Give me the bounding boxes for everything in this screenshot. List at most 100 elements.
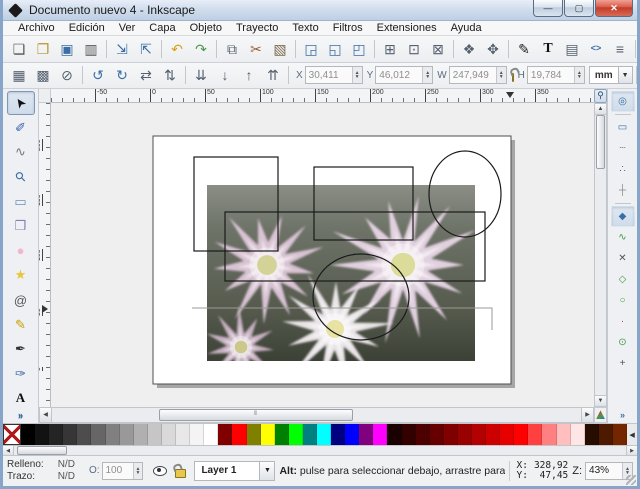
color-swatch[interactable]: [359, 423, 374, 446]
x-field[interactable]: 30,411 ▲ ▼: [304, 66, 363, 85]
vertical-ruler[interactable]: 200150100500: [39, 102, 51, 407]
layer-visibility-icon[interactable]: [153, 465, 168, 476]
rotate-90-cw-button[interactable]: ↻: [110, 63, 134, 87]
color-swatch[interactable]: [288, 423, 303, 446]
menu-filtros[interactable]: Filtros: [326, 21, 370, 35]
color-swatch[interactable]: [486, 423, 501, 446]
color-swatch[interactable]: [612, 423, 628, 446]
color-swatch[interactable]: [176, 423, 191, 446]
flip-horizontal-button[interactable]: ⇄: [134, 63, 158, 87]
menu-texto[interactable]: Texto: [285, 21, 325, 35]
duplicate-button[interactable]: ⊞: [378, 37, 402, 61]
deselect-button[interactable]: ⊘: [55, 63, 79, 87]
minimize-button[interactable]: —: [533, 0, 563, 17]
tool-node-editor-button[interactable]: ✐: [7, 115, 35, 140]
tool-spiral-button[interactable]: @: [7, 288, 35, 313]
unlink-clone-button[interactable]: ⊠: [426, 37, 450, 61]
snap-bbox-edge-midpoints-button[interactable]: ┼: [611, 180, 635, 201]
new-document-button[interactable]: ❏: [7, 37, 31, 61]
color-swatch[interactable]: [21, 423, 36, 446]
color-swatch[interactable]: [35, 423, 50, 446]
color-swatch[interactable]: [91, 423, 106, 446]
paste-button[interactable]: ▧: [268, 37, 292, 61]
raise-to-top-button[interactable]: ⇈: [261, 63, 285, 87]
scroll-down-arrow[interactable]: ▼: [595, 394, 606, 406]
color-swatch[interactable]: [570, 423, 585, 446]
import-bitmap-button[interactable]: ⇲: [110, 37, 134, 61]
color-swatch[interactable]: [472, 423, 487, 446]
title-bar[interactable]: Documento nuevo 4 - Inkscape — ▢ ✕: [3, 0, 637, 22]
menu-ver[interactable]: Ver: [112, 21, 143, 35]
layer-dropdown-arrow[interactable]: ▼: [259, 461, 275, 480]
color-swatch[interactable]: [316, 423, 332, 446]
color-swatch[interactable]: [204, 423, 219, 446]
y-field[interactable]: 46,012 ▲ ▼: [375, 66, 434, 85]
swatch-none[interactable]: [3, 423, 21, 446]
snap-object-centers-button[interactable]: ⊙: [611, 332, 635, 353]
redo-button[interactable]: ↷: [189, 37, 213, 61]
save-document-button[interactable]: ▣: [55, 37, 79, 61]
color-swatch[interactable]: [443, 423, 458, 446]
height-field[interactable]: 19,784 ▲ ▼: [526, 66, 585, 85]
text-dialog-button[interactable]: T: [536, 37, 560, 61]
palette-scroll-thumb[interactable]: [17, 446, 67, 455]
color-swatch[interactable]: [387, 423, 402, 446]
color-swatch[interactable]: [514, 423, 529, 446]
maximize-button[interactable]: ▢: [564, 0, 594, 17]
rotate-90-ccw-button[interactable]: ↺: [86, 63, 110, 87]
menu-extensiones[interactable]: Extensiones: [370, 21, 444, 35]
snap-cusp-nodes-button[interactable]: ◇: [611, 269, 635, 290]
color-swatch[interactable]: [77, 423, 92, 446]
palette-scroll-arrow[interactable]: ◀: [627, 423, 638, 446]
menu-capa[interactable]: Capa: [142, 21, 182, 35]
zoom-selection-button[interactable]: ◲: [299, 37, 323, 61]
enable-snapping-button[interactable]: ◎: [610, 90, 635, 112]
horizontal-scroll-thumb[interactable]: ⦀: [159, 408, 353, 421]
snap-bounding-box-button[interactable]: ▭: [611, 117, 635, 138]
xml-editor-button[interactable]: <>: [584, 37, 608, 61]
color-swatch[interactable]: [105, 423, 120, 446]
color-swatch[interactable]: [260, 423, 275, 446]
color-swatch[interactable]: [429, 423, 444, 446]
open-document-button[interactable]: ❐: [31, 37, 55, 61]
color-swatch[interactable]: [401, 423, 416, 446]
group-objects-button[interactable]: ❖: [457, 37, 481, 61]
layer-lock-icon[interactable]: [175, 468, 187, 478]
snap-midpoints-button[interactable]: ·: [611, 311, 635, 332]
units-dropdown[interactable]: mm ▼: [588, 66, 633, 85]
color-swatch[interactable]: [49, 423, 64, 446]
current-layer-dropdown[interactable]: Layer 1 ▼: [194, 460, 276, 481]
undo-button[interactable]: ↶: [165, 37, 189, 61]
layers-dialog-button[interactable]: ▤: [560, 37, 584, 61]
scroll-up-arrow[interactable]: ▲: [595, 103, 606, 115]
tool-zoom-button[interactable]: ⚲: [7, 165, 35, 190]
flip-vertical-button[interactable]: ⇅: [158, 63, 182, 87]
snapbar-overflow-button[interactable]: »: [607, 406, 637, 423]
color-swatch[interactable]: [218, 423, 233, 446]
tool-selector-button[interactable]: ➤: [6, 90, 35, 116]
create-clone-button[interactable]: ⊡: [402, 37, 426, 61]
color-swatch[interactable]: [457, 423, 472, 446]
palette-scroll-right-arrow[interactable]: ▶: [626, 446, 637, 455]
color-swatch[interactable]: [345, 423, 360, 446]
snap-paths-button[interactable]: ∿: [611, 227, 635, 248]
color-swatch[interactable]: [331, 423, 346, 446]
vertical-scrollbar[interactable]: ▲ ▼: [594, 102, 607, 407]
print-document-button[interactable]: ▥: [79, 37, 103, 61]
tool-star-button[interactable]: ★: [7, 263, 35, 288]
color-swatch[interactable]: [542, 423, 557, 446]
fill-stroke-dialog-button[interactable]: ✎: [512, 37, 536, 61]
menu-trayecto[interactable]: Trayecto: [229, 21, 285, 35]
opacity-field[interactable]: 100 ▲ ▼: [101, 461, 144, 480]
horizontal-scrollbar[interactable]: ◀ ⦀ ▶: [39, 406, 594, 423]
color-swatch[interactable]: [232, 423, 247, 446]
color-swatch[interactable]: [63, 423, 78, 446]
scroll-left-arrow[interactable]: ◀: [40, 407, 52, 422]
color-swatch[interactable]: [584, 423, 599, 446]
canvas-viewport[interactable]: [51, 102, 594, 407]
tool-tweak-button[interactable]: ∿: [7, 140, 35, 165]
snap-bbox-edges-button[interactable]: ┄: [611, 138, 635, 159]
tool-ellipse-button[interactable]: ●: [7, 239, 35, 264]
color-swatch[interactable]: [190, 423, 205, 446]
snap-smooth-nodes-button[interactable]: ○: [611, 290, 635, 311]
